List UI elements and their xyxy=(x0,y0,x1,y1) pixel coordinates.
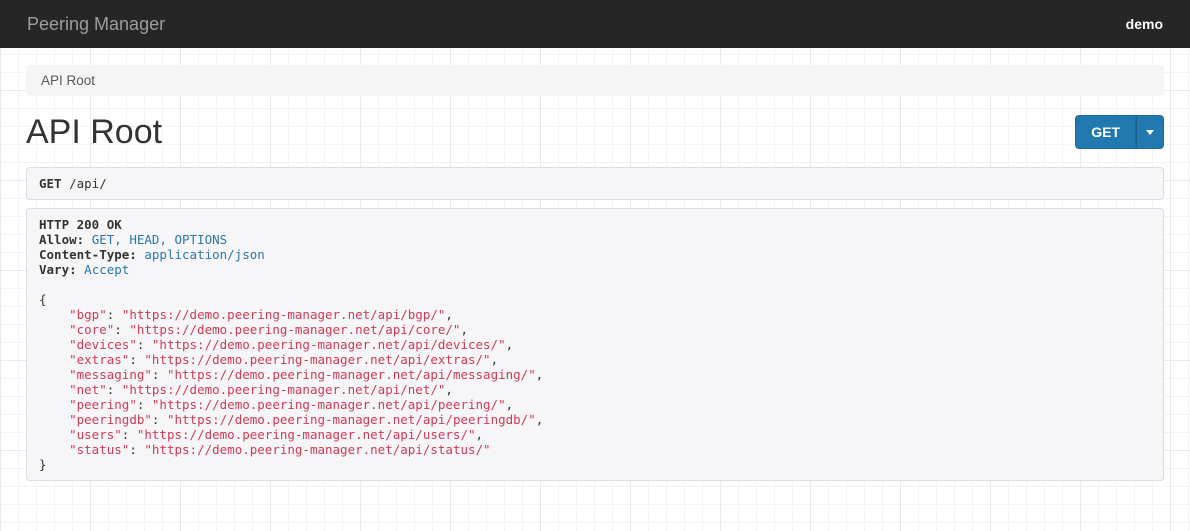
json-key: "extras" xyxy=(69,352,129,367)
page-header: API Root GET xyxy=(26,109,1164,155)
request-method: GET xyxy=(39,176,62,191)
json-open-brace: { xyxy=(39,292,47,307)
json-value: "https://demo.peering-manager.net/api/us… xyxy=(137,427,476,442)
json-value: "https://demo.peering-manager.net/api/co… xyxy=(129,322,460,337)
response-header-value: Accept xyxy=(84,262,129,277)
json-key: "devices" xyxy=(69,337,137,352)
json-close-brace: } xyxy=(39,457,47,472)
json-key: "net" xyxy=(69,382,107,397)
json-key: "messaging" xyxy=(69,367,152,382)
request-path: /api/ xyxy=(69,176,107,191)
json-value: "https://demo.peering-manager.net/api/bg… xyxy=(122,307,446,322)
json-value: "https://demo.peering-manager.net/api/me… xyxy=(167,367,536,382)
main-container: API Root API Root GET GET /api/ HTTP 200… xyxy=(26,65,1164,481)
response-header-name: Content-Type: xyxy=(39,247,137,262)
json-value: "https://demo.peering-manager.net/api/st… xyxy=(144,442,490,457)
get-button-group: GET xyxy=(1075,115,1164,149)
request-info: GET /api/ xyxy=(26,167,1164,200)
caret-down-icon xyxy=(1146,130,1154,135)
json-value: "https://demo.peering-manager.net/api/ex… xyxy=(144,352,490,367)
breadcrumb: API Root xyxy=(26,65,1164,96)
json-key: "peeringdb" xyxy=(69,412,152,427)
get-dropdown-toggle[interactable] xyxy=(1136,115,1164,149)
json-key: "bgp" xyxy=(69,307,107,322)
json-value: "https://demo.peering-manager.net/api/pe… xyxy=(152,397,506,412)
user-menu[interactable]: demo xyxy=(1126,16,1163,32)
response-status-line: HTTP 200 OK xyxy=(39,217,122,232)
json-value: "https://demo.peering-manager.net/api/pe… xyxy=(167,412,536,427)
response-header-name: Allow: xyxy=(39,232,84,247)
page-title: API Root xyxy=(26,109,162,155)
json-value: "https://demo.peering-manager.net/api/de… xyxy=(152,337,506,352)
response-info: HTTP 200 OK Allow: GET, HEAD, OPTIONS Co… xyxy=(26,208,1164,481)
breadcrumb-item-api-root: API Root xyxy=(41,73,1149,88)
brand-link[interactable]: Peering Manager xyxy=(27,14,165,35)
top-navbar: Peering Manager demo xyxy=(0,0,1190,48)
response-header-name: Vary: xyxy=(39,262,77,277)
get-button[interactable]: GET xyxy=(1075,115,1136,149)
response-header-value: application/json xyxy=(144,247,264,262)
json-key: "users" xyxy=(69,427,122,442)
json-key: "status" xyxy=(69,442,129,457)
json-key: "core" xyxy=(69,322,114,337)
json-key: "peering" xyxy=(69,397,137,412)
json-value: "https://demo.peering-manager.net/api/ne… xyxy=(122,382,446,397)
response-header-value: GET, HEAD, OPTIONS xyxy=(92,232,227,247)
